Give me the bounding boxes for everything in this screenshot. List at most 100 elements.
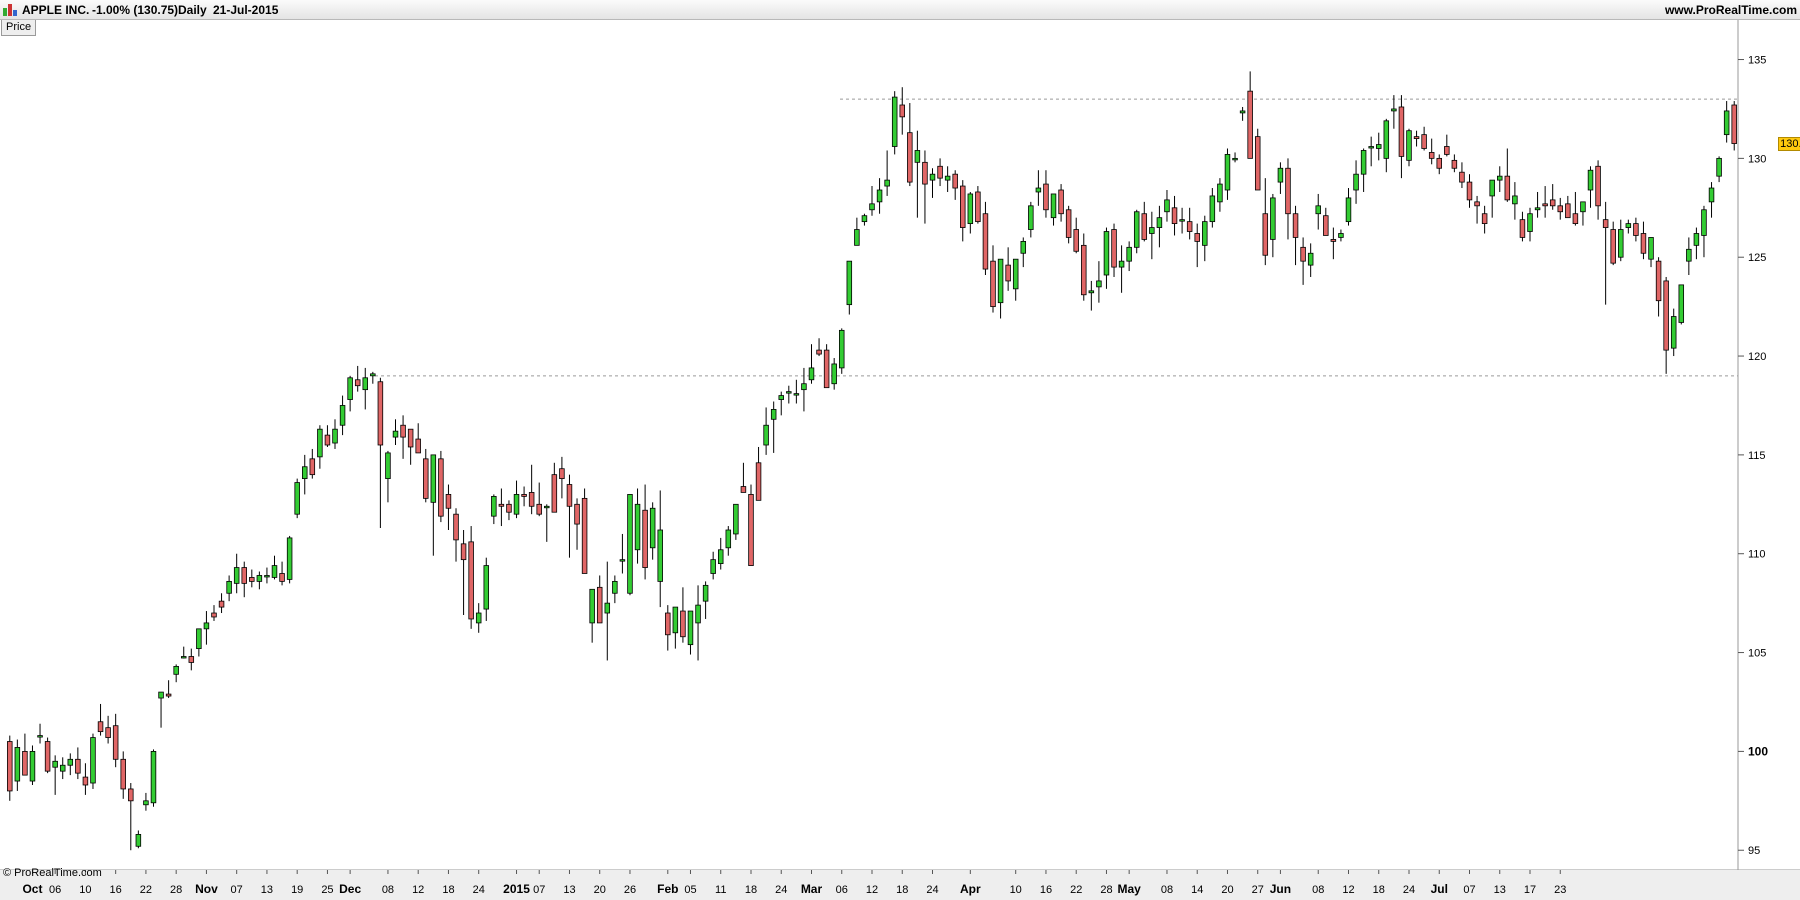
- candle-body: [279, 573, 285, 582]
- candle-body: [211, 612, 217, 618]
- x-tick-label: 18: [442, 884, 454, 896]
- candle-body: [1610, 229, 1616, 264]
- candle: [1640, 221, 1647, 260]
- candle: [1323, 207, 1329, 236]
- x-tick-label: 23: [1554, 884, 1566, 896]
- candle-body: [581, 497, 588, 574]
- x-tick-label: 24: [775, 884, 787, 896]
- x-tick-label: 20: [1221, 884, 1233, 896]
- candle-body: [460, 543, 467, 561]
- x-tick-label: 08: [1161, 884, 1173, 896]
- candle-body: [438, 458, 444, 517]
- candle: [1096, 261, 1102, 303]
- candle: [1686, 237, 1692, 275]
- x-tick-label: 25: [321, 884, 333, 896]
- candle: [1164, 190, 1170, 222]
- candle-body: [816, 349, 822, 355]
- x-tick-label: 08: [1312, 884, 1324, 896]
- candle: [22, 733, 28, 776]
- candle: [90, 733, 96, 789]
- y-tick-label: 115: [1748, 450, 1766, 462]
- candle-body: [1693, 233, 1700, 246]
- candle: [793, 379, 800, 404]
- candle-body: [1020, 240, 1027, 254]
- candle: [370, 371, 376, 384]
- candle: [67, 753, 74, 776]
- price-chart[interactable]: 95 100 105 110 115 120 125 130 135 Oct 06 10 16 22 28 N…: [0, 20, 1800, 900]
- title-bar: APPLE INC. -1.00% (130.75) Daily 21-Jul-…: [0, 0, 1800, 20]
- candle-body: [854, 229, 860, 246]
- x-tick-label: 13: [563, 884, 575, 896]
- candle-body: [37, 735, 43, 738]
- candle: [1081, 233, 1087, 301]
- candle: [634, 488, 641, 564]
- candle: [1618, 219, 1624, 262]
- y-tick-label: 130: [1748, 153, 1766, 165]
- candle-body: [339, 405, 346, 426]
- candle-body: [506, 503, 512, 513]
- candle: [1436, 154, 1442, 175]
- candle-body: [975, 191, 981, 223]
- candle: [385, 450, 391, 503]
- candle: [1474, 195, 1480, 224]
- candle: [415, 423, 421, 454]
- candle: [1058, 184, 1064, 222]
- candle-body: [1512, 195, 1518, 205]
- candle-body: [1262, 213, 1269, 256]
- candle-body: [1111, 229, 1117, 268]
- candle: [1655, 257, 1662, 317]
- candle-body: [324, 434, 331, 446]
- x-tick-label: 18: [1373, 884, 1385, 896]
- candle: [460, 530, 467, 615]
- candle: [960, 180, 966, 242]
- candle: [1633, 217, 1639, 242]
- x-tick-label: 14: [1191, 884, 1203, 896]
- candle-body: [1428, 152, 1435, 159]
- candle: [1118, 245, 1125, 293]
- candle-body: [302, 466, 308, 480]
- candle-body: [1368, 146, 1374, 149]
- candle-body: [1519, 219, 1526, 238]
- candle: [309, 448, 316, 479]
- candle: [717, 537, 724, 570]
- candle-body: [952, 173, 958, 189]
- y-tick-label: 100: [1748, 744, 1768, 758]
- candle: [279, 561, 285, 586]
- candle-body: [1466, 181, 1473, 201]
- candle-body: [1186, 221, 1193, 232]
- candle: [407, 428, 414, 465]
- candle: [1239, 106, 1246, 121]
- candle: [899, 87, 905, 135]
- candle-body: [755, 462, 762, 501]
- candle: [165, 680, 172, 699]
- candle-body: [1731, 104, 1737, 144]
- x-tick-label: 20: [594, 884, 606, 896]
- candle-body: [740, 486, 747, 493]
- candle: [1126, 241, 1132, 272]
- candle: [1527, 207, 1533, 242]
- candle: [513, 480, 520, 519]
- x-tick-label: 22: [140, 884, 152, 896]
- candle: [521, 486, 527, 507]
- candle-body: [256, 575, 263, 582]
- candle: [665, 605, 671, 651]
- candle: [544, 504, 550, 542]
- candle-body: [1527, 213, 1533, 232]
- candle-body: [1421, 134, 1427, 149]
- candle: [445, 484, 452, 530]
- candle-body: [226, 580, 232, 594]
- candle: [468, 526, 474, 629]
- candle: [1610, 221, 1616, 266]
- candle: [14, 739, 21, 791]
- candle-body: [1133, 211, 1140, 248]
- candle-body: [657, 529, 663, 582]
- candle: [914, 130, 921, 218]
- candle-body: [665, 612, 671, 636]
- x-tick-label: 08: [382, 884, 394, 896]
- candle: [1663, 276, 1669, 374]
- candle: [226, 575, 232, 602]
- candle-body: [574, 503, 580, 525]
- candle-body: [748, 494, 754, 566]
- site-url-link[interactable]: www.ProRealTime.com: [1665, 3, 1797, 17]
- candle: [128, 783, 134, 851]
